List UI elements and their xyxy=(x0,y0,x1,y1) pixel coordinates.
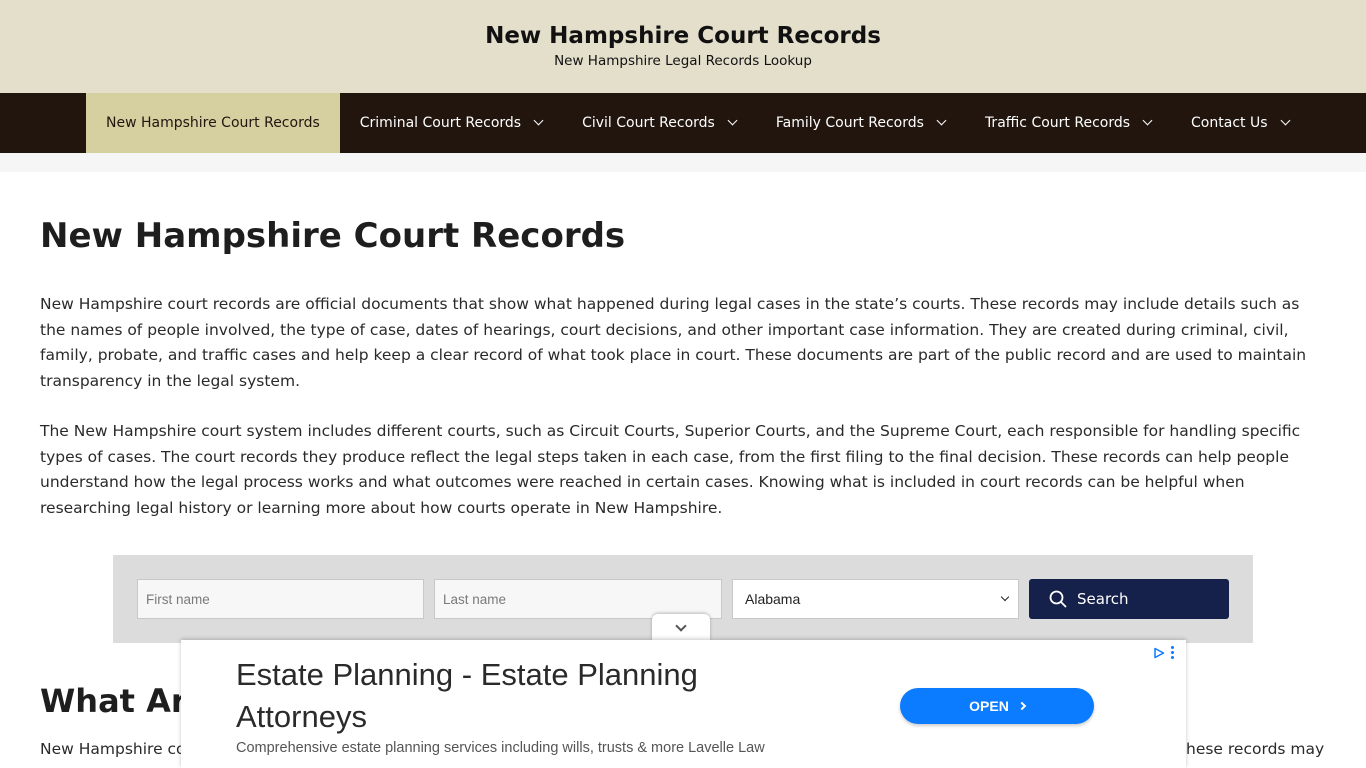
state-select-value: Alabama xyxy=(745,591,801,607)
chevron-down-icon xyxy=(675,619,687,632)
search-button-label: Search xyxy=(1077,590,1129,608)
nav-item-label: Civil Court Records xyxy=(582,115,715,131)
nav-item-label: Family Court Records xyxy=(775,115,924,131)
chevron-down-icon xyxy=(533,115,544,126)
site-header: New Hampshire Court Records New Hampshir… xyxy=(0,0,1366,93)
court-system-paragraph: The New Hampshire court system includes … xyxy=(40,422,1301,517)
nav-item-new-hampshire-court-records[interactable]: New Hampshire Court Records xyxy=(86,93,340,153)
nav-item-label: Traffic Court Records xyxy=(984,115,1131,131)
nav-item-civil-court-records[interactable]: Civil Court Records xyxy=(562,93,756,153)
play-triangle-icon xyxy=(1154,647,1165,658)
first-name-input[interactable] xyxy=(137,579,424,619)
nav-divider-strip xyxy=(0,153,1366,172)
site-tagline: New Hampshire Legal Records Lookup xyxy=(554,53,812,69)
main-content: New Hampshire Court Records New Hampshir… xyxy=(0,216,1366,521)
chevron-right-icon xyxy=(1017,701,1027,711)
ad-open-button[interactable]: OPEN xyxy=(900,688,1094,724)
page-title: New Hampshire Court Records xyxy=(40,216,626,256)
ad-banner[interactable]: Estate Planning - Estate Planning Attorn… xyxy=(181,640,1186,768)
chevron-down-icon xyxy=(1280,115,1290,126)
nav-item-label: New Hampshire Court Records xyxy=(106,115,320,131)
chevron-down-icon xyxy=(1000,592,1010,602)
chevron-down-icon xyxy=(1142,115,1153,126)
ad-choices-icon[interactable] xyxy=(1153,646,1174,659)
chevron-down-icon xyxy=(727,115,738,126)
chevron-down-icon xyxy=(936,115,947,126)
ad-open-label: OPEN xyxy=(969,698,1009,714)
nav-item-criminal-court-records[interactable]: Criminal Court Records xyxy=(340,93,562,153)
nav-item-traffic-court-records[interactable]: Traffic Court Records xyxy=(965,93,1171,153)
nav-item-label: Contact Us xyxy=(1191,115,1268,131)
nav-item-family-court-records[interactable]: Family Court Records xyxy=(756,93,965,153)
main-nav: New Hampshire Court Records Criminal Cou… xyxy=(0,93,1366,153)
ad-headline[interactable]: Estate Planning - Estate Planning Attorn… xyxy=(236,654,796,738)
ad-collapse-button[interactable] xyxy=(652,614,710,641)
section-paragraph-end: hese records may xyxy=(1186,740,1325,758)
last-name-input[interactable] xyxy=(434,579,722,619)
state-select[interactable]: Alabama xyxy=(732,579,1019,619)
search-button[interactable]: Search xyxy=(1029,579,1229,619)
nav-item-contact-us[interactable]: Contact Us xyxy=(1171,93,1308,153)
kebab-menu-icon[interactable] xyxy=(1171,646,1174,659)
intro-paragraph: New Hampshire court records are official… xyxy=(40,295,1307,390)
ad-description: Comprehensive estate planning services i… xyxy=(236,740,765,756)
site-title[interactable]: New Hampshire Court Records xyxy=(0,22,1366,50)
search-icon xyxy=(1049,590,1067,608)
nav-item-label: Criminal Court Records xyxy=(359,115,522,131)
section-paragraph-start: New Hampshire co xyxy=(40,740,186,758)
